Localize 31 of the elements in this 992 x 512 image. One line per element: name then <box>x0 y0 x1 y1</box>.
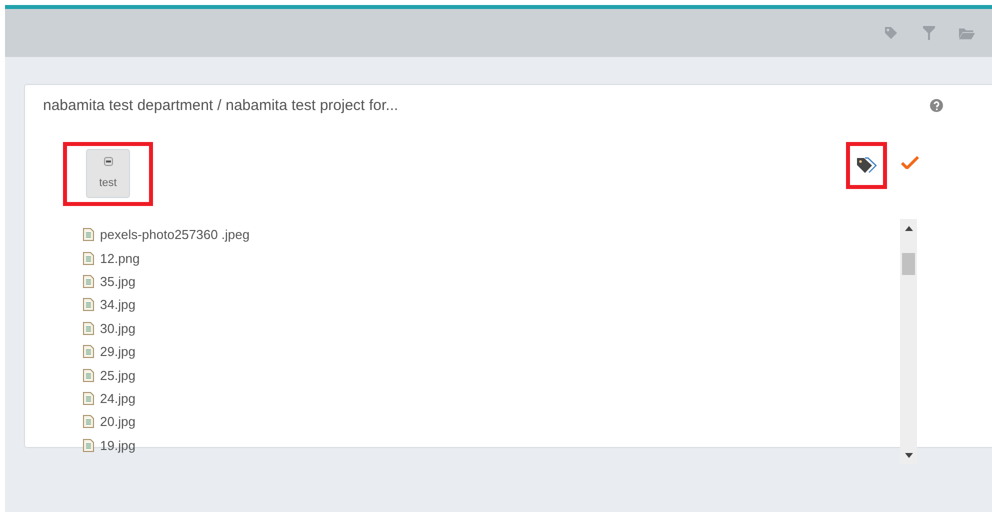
file-item[interactable]: 30.jpg <box>83 316 900 340</box>
document-icon <box>83 392 94 405</box>
document-icon <box>83 345 94 358</box>
card-title: nabamita test department / nabamita test project for... <box>43 96 400 114</box>
document-icon <box>83 252 94 265</box>
scrollbar[interactable] <box>900 219 917 464</box>
document-icon <box>83 368 94 382</box>
document-icon <box>83 415 94 428</box>
tag-tile[interactable]: test <box>86 149 130 198</box>
checkmark-icon[interactable] <box>901 155 919 169</box>
scroll-thumb[interactable] <box>902 253 915 275</box>
file-item[interactable]: pexels-photo257360 .jpeg <box>83 223 900 246</box>
minus-icon <box>104 157 112 166</box>
tags-icon[interactable] <box>856 157 878 174</box>
document-icon <box>83 322 94 335</box>
file-item[interactable]: 20.jpg <box>83 410 900 434</box>
document-icon <box>83 228 94 242</box>
help-icon[interactable] <box>930 98 943 112</box>
file-item[interactable]: 25.jpg <box>83 363 900 387</box>
file-item[interactable]: 29.jpg <box>83 340 900 364</box>
filter-icon[interactable] <box>921 25 937 41</box>
file-item[interactable]: 35.jpg <box>83 270 900 294</box>
document-icon <box>83 298 94 312</box>
file-item[interactable]: 19.jpg <box>83 434 900 457</box>
tag-label: test <box>99 177 117 189</box>
document-icon <box>83 274 94 288</box>
document-icon <box>83 438 94 452</box>
tag-icon[interactable] <box>883 25 899 41</box>
file-item[interactable]: 24.jpg <box>83 386 900 410</box>
file-item[interactable]: 34.jpg <box>83 293 900 317</box>
file-item[interactable]: 12.png <box>83 246 900 270</box>
